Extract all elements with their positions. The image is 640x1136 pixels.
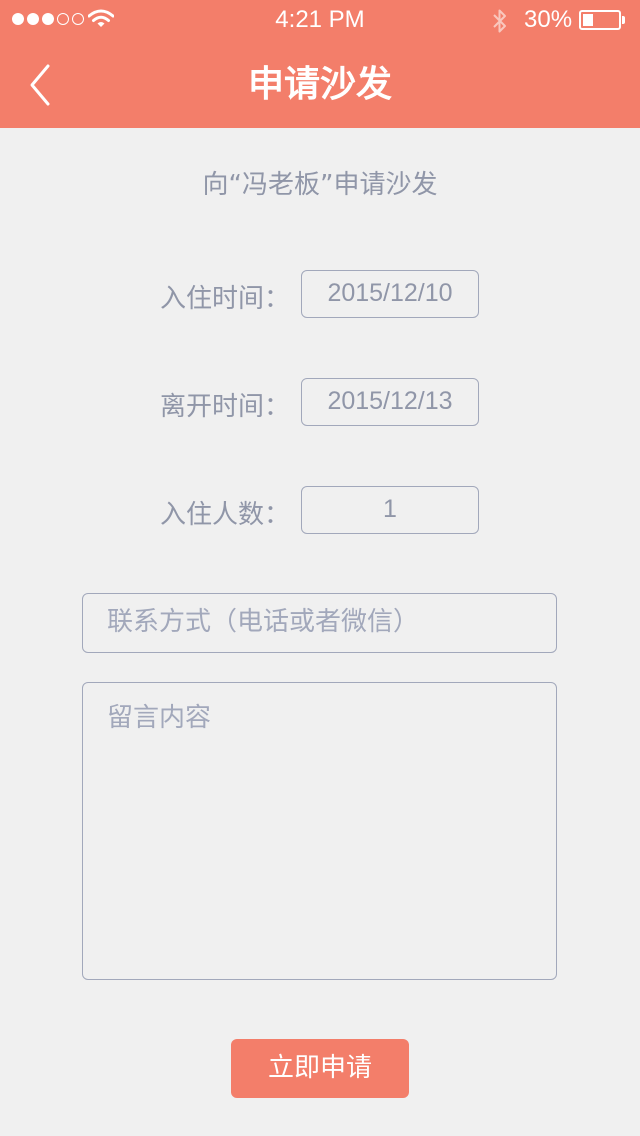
submit-button[interactable]: 立即申请 (231, 1039, 409, 1098)
message-textarea[interactable]: 留言内容 (82, 682, 557, 980)
battery-tip (622, 16, 625, 24)
page-title: 申请沙发 (247, 64, 392, 105)
checkin-date-field[interactable]: 2015/12/10 (301, 270, 479, 318)
checkout-label: 离开时间： (159, 392, 290, 422)
guests-label: 入住人数： (159, 500, 290, 530)
guests-count-field[interactable]: 1 (301, 486, 479, 534)
checkin-label: 入住时间： (159, 284, 290, 314)
request-subtitle: 向“冯老板”申请沙发 (202, 170, 438, 200)
bluetooth-icon (493, 9, 506, 33)
contact-input[interactable]: 联系方式（电话或者微信） (82, 593, 557, 653)
status-bar: 4:21 PM 30% (0, 0, 640, 40)
battery-icon (579, 10, 621, 30)
battery-percent: 30% (524, 6, 573, 33)
checkout-date-field[interactable]: 2015/12/13 (301, 378, 479, 426)
app-header: 4:21 PM 30% 申请沙发 (0, 0, 640, 128)
